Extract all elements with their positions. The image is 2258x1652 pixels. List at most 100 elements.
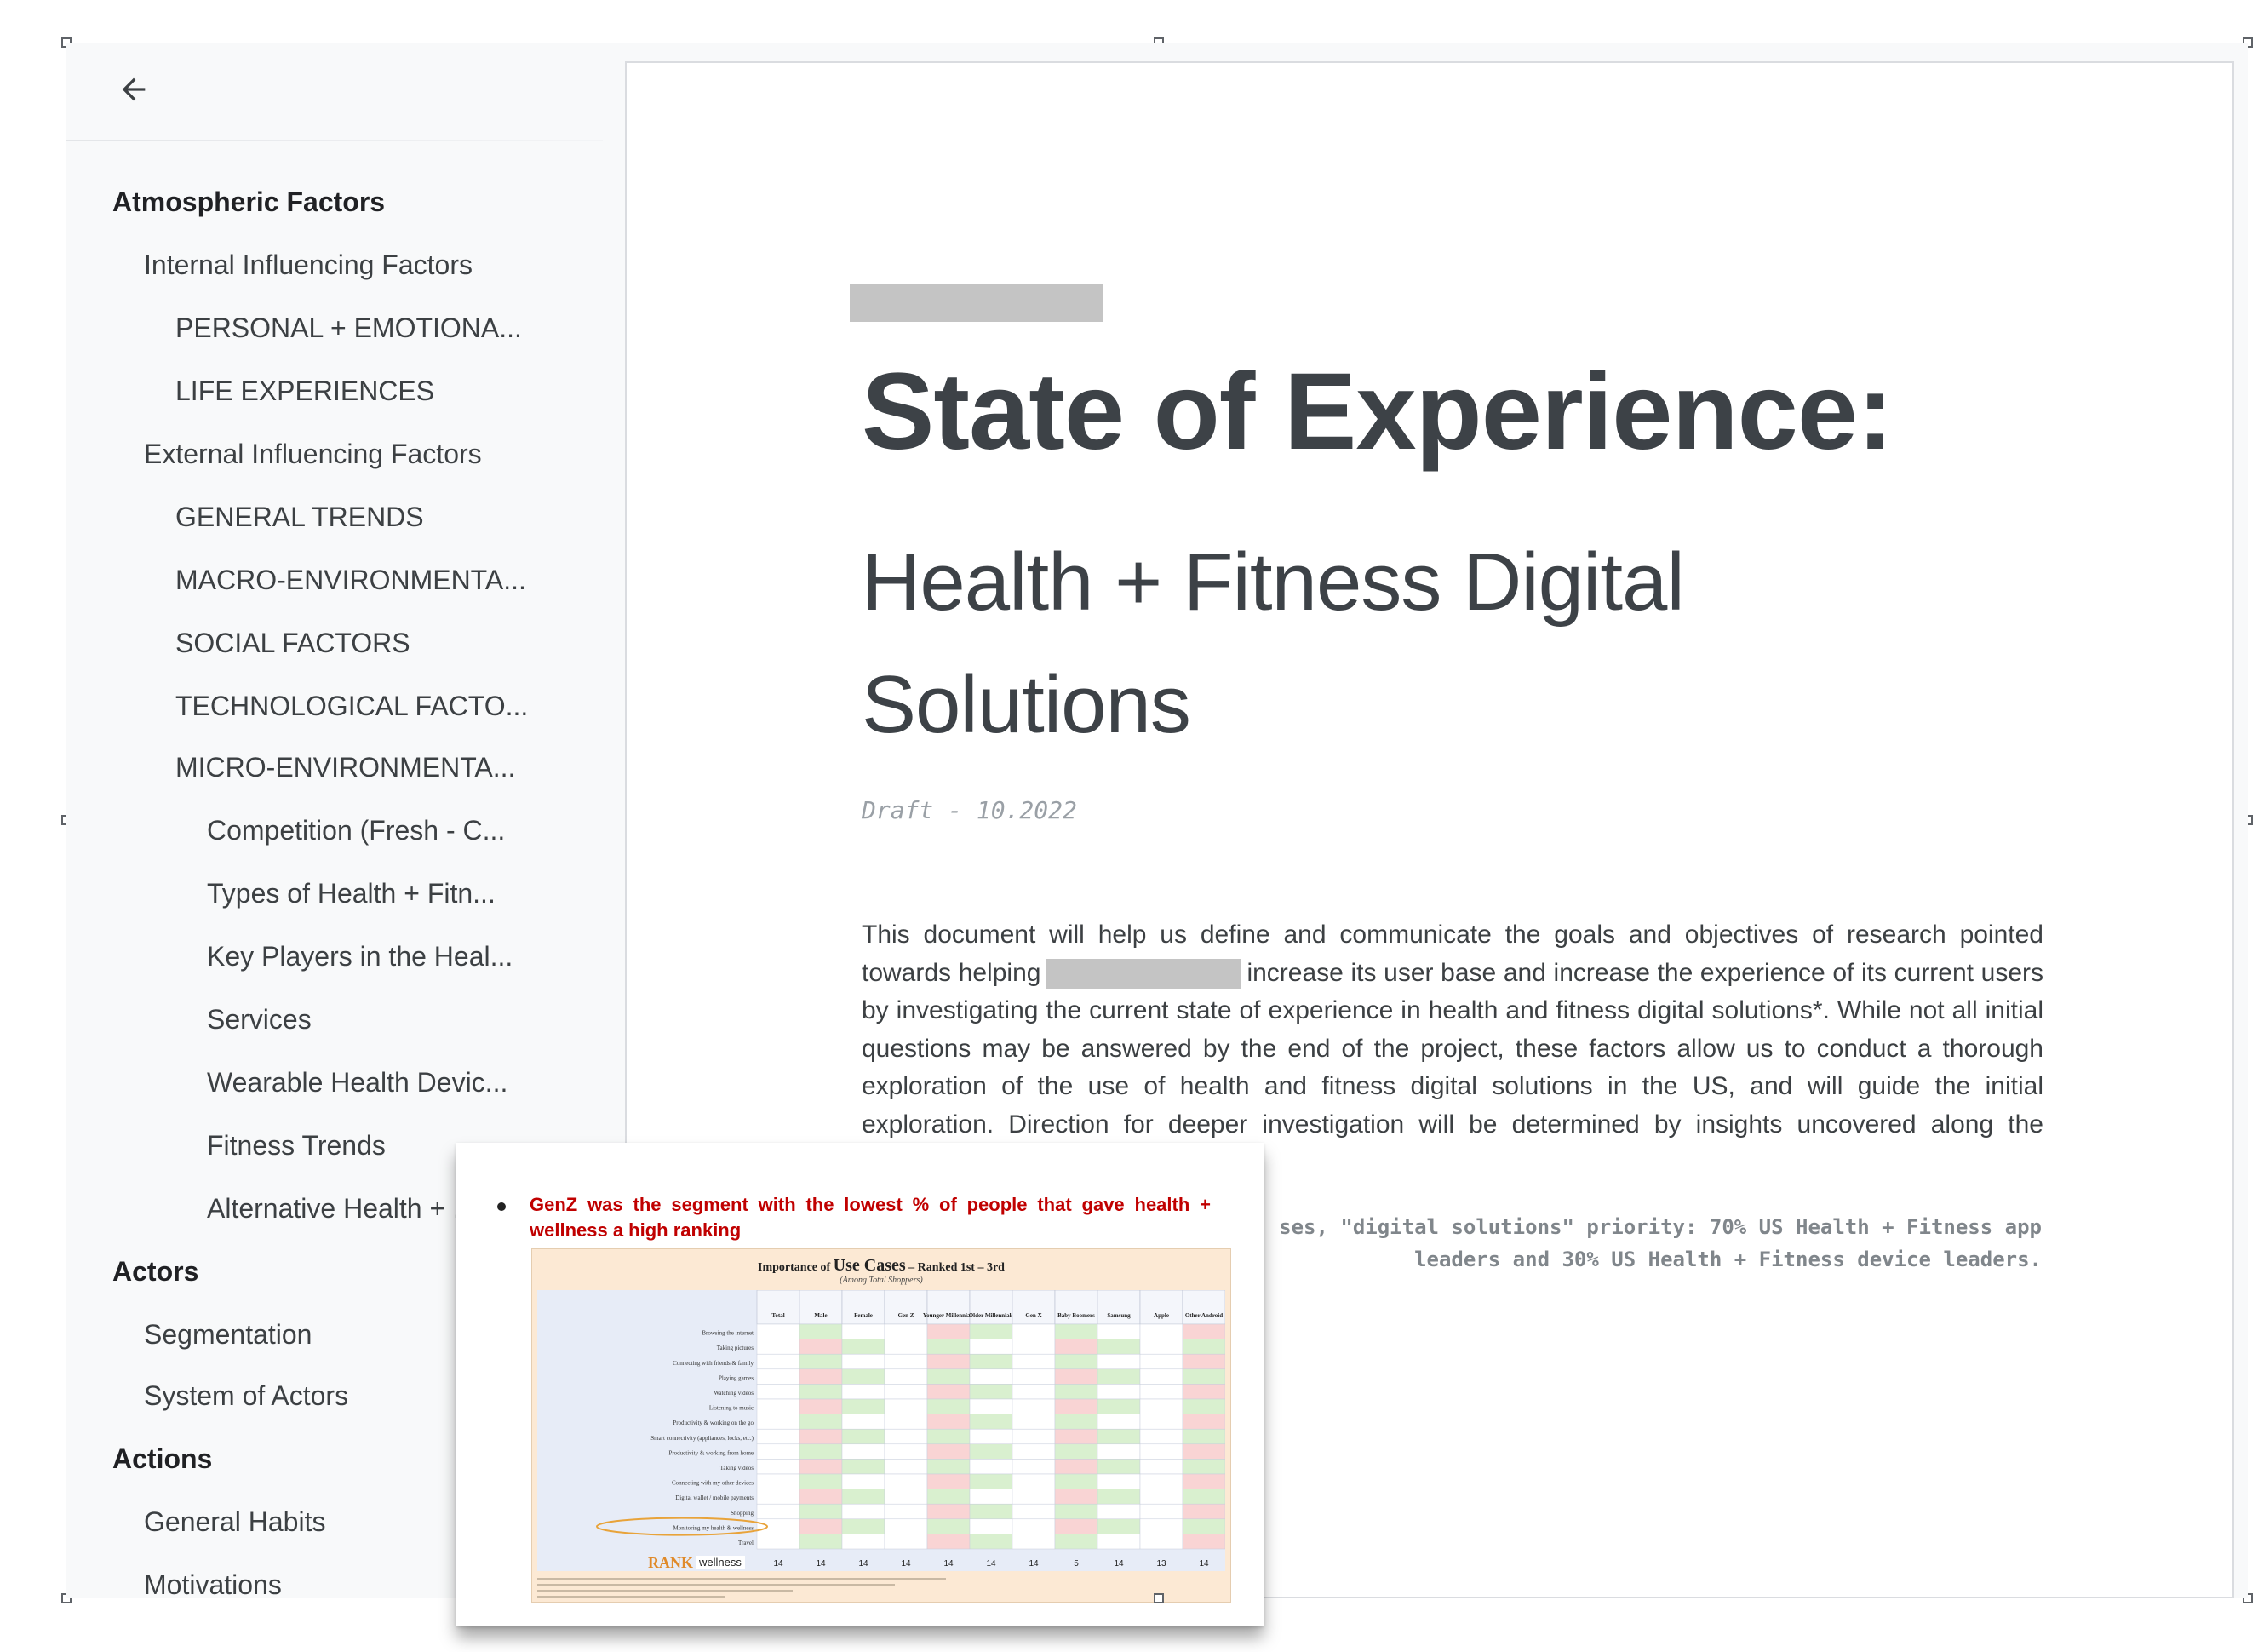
outline-item[interactable]: PERSONAL + EMOTIONA... bbox=[66, 296, 603, 359]
table-cell bbox=[884, 1353, 928, 1370]
table-cell bbox=[756, 1339, 800, 1355]
body-line: by investigating the current state of ex… bbox=[862, 996, 2043, 1024]
table-cell bbox=[799, 1459, 843, 1475]
table-cell bbox=[926, 1353, 971, 1370]
table-cell bbox=[756, 1473, 800, 1489]
table-cell bbox=[1097, 1384, 1141, 1400]
table-cell bbox=[799, 1353, 843, 1370]
outline-item-label: Actions bbox=[112, 1443, 213, 1474]
table-cell bbox=[841, 1384, 885, 1400]
table-cell bbox=[926, 1503, 971, 1520]
rank-value: 14 bbox=[986, 1559, 996, 1569]
back-button[interactable] bbox=[107, 63, 160, 116]
outline-item-label: PERSONAL + EMOTIONA... bbox=[175, 312, 522, 343]
column-header: Gen X bbox=[1025, 1312, 1041, 1319]
outline-item[interactable]: LIFE EXPERIENCES bbox=[66, 359, 603, 422]
body-line-prefix: towards helping bbox=[862, 958, 1041, 987]
table-cell bbox=[1097, 1459, 1141, 1475]
rank-value: 5 bbox=[1074, 1559, 1079, 1569]
table-cell bbox=[1097, 1473, 1141, 1489]
table-cell bbox=[1054, 1368, 1098, 1385]
table-cell bbox=[969, 1368, 1013, 1385]
outline-item[interactable]: Wearable Health Devic... bbox=[66, 1051, 603, 1114]
outline-item-label: Motivations bbox=[144, 1569, 282, 1599]
outline-item-label: Key Players in the Heal... bbox=[207, 940, 513, 972]
table-cell bbox=[1182, 1398, 1225, 1414]
table-cell bbox=[841, 1368, 885, 1385]
table-cell bbox=[1054, 1489, 1098, 1505]
table-cell bbox=[799, 1339, 843, 1355]
header-cell bbox=[1139, 1290, 1183, 1325]
body-line-rest: increase its user base and increase the … bbox=[1246, 958, 2043, 987]
header-cell bbox=[841, 1290, 885, 1325]
row-label: Listening to music bbox=[709, 1405, 754, 1412]
table-cell bbox=[1139, 1428, 1183, 1445]
column-header: Baby Boomers bbox=[1057, 1312, 1095, 1319]
header-cell bbox=[756, 1290, 800, 1325]
table-cell bbox=[1139, 1353, 1183, 1370]
outline-item-label: Segmentation bbox=[144, 1318, 312, 1350]
table-cell bbox=[841, 1323, 885, 1339]
table-cell bbox=[1012, 1323, 1056, 1339]
table-grid: Total Male Female Gen Z Younger MillennialsO… bbox=[537, 1290, 1225, 1571]
outline-item[interactable]: Key Players in the Heal... bbox=[66, 925, 603, 988]
footnote: ses, "digital solutions" priority: 70% U… bbox=[1279, 1215, 2042, 1271]
outline-item[interactable]: TECHNOLOGICAL FACTO... bbox=[66, 674, 603, 737]
outline-item-label: Competition (Fresh - C... bbox=[207, 814, 506, 846]
outline-item[interactable]: Internal Influencing Factors bbox=[66, 233, 603, 296]
table-cell bbox=[841, 1443, 885, 1460]
body-line: towards helping increase its user base an… bbox=[862, 955, 2043, 993]
table-cell bbox=[926, 1368, 971, 1385]
table-cell bbox=[1012, 1534, 1056, 1550]
rank-value: 14 bbox=[901, 1559, 911, 1569]
table-cell bbox=[1097, 1428, 1141, 1445]
outline-item[interactable]: Competition (Fresh - C... bbox=[66, 799, 603, 862]
table-cell bbox=[756, 1368, 800, 1385]
table-cell bbox=[969, 1339, 1013, 1355]
table-cell bbox=[799, 1443, 843, 1460]
table-cell bbox=[1054, 1323, 1098, 1339]
outline-item-label: MICRO-ENVIRONMENTA... bbox=[175, 751, 516, 783]
header-cell bbox=[926, 1290, 971, 1325]
table-cell bbox=[1054, 1398, 1098, 1414]
table-cell bbox=[1182, 1428, 1225, 1445]
outline-item[interactable]: GENERAL TRENDS bbox=[66, 485, 603, 548]
column-header: Female bbox=[854, 1312, 873, 1319]
outline-item[interactable]: External Influencing Factors bbox=[66, 422, 603, 485]
outline-item[interactable]: SOCIAL FACTORS bbox=[66, 611, 603, 674]
table-cell bbox=[1097, 1339, 1141, 1355]
outline-item-label: Alternative Health + ... bbox=[207, 1192, 476, 1224]
table-cell bbox=[841, 1518, 885, 1534]
outline-item[interactable]: Services bbox=[66, 988, 603, 1051]
table-cell bbox=[841, 1398, 885, 1414]
table-cell bbox=[926, 1384, 971, 1400]
outline-item-label: Atmospheric Factors bbox=[112, 186, 386, 217]
column-header: Apple bbox=[1154, 1312, 1169, 1319]
table-cell bbox=[1012, 1353, 1056, 1370]
table-cell bbox=[1139, 1518, 1183, 1534]
outline-item[interactable]: MACRO-ENVIRONMENTA... bbox=[66, 548, 603, 611]
table-cell bbox=[1012, 1489, 1056, 1505]
image-resize-handle-bottom-center[interactable] bbox=[1154, 1593, 1164, 1603]
table-cell bbox=[884, 1323, 928, 1339]
outline-item[interactable]: MICRO-ENVIRONMENTA... bbox=[66, 736, 603, 799]
table-cell bbox=[799, 1398, 843, 1414]
table-cell bbox=[1054, 1534, 1098, 1550]
table-cell bbox=[1182, 1503, 1225, 1520]
outline-item[interactable]: Types of Health + Fitn... bbox=[66, 862, 603, 925]
outline-item[interactable]: Atmospheric Factors bbox=[66, 170, 603, 233]
table-cell bbox=[841, 1473, 885, 1489]
rank-value: 14 bbox=[1029, 1559, 1039, 1569]
pasted-image[interactable]: GenZ was the segment with the lowest % o… bbox=[456, 1143, 1264, 1626]
table-cell bbox=[969, 1473, 1013, 1489]
table-cell bbox=[799, 1323, 843, 1339]
table-cell bbox=[1182, 1443, 1225, 1460]
table-cell bbox=[1054, 1473, 1098, 1489]
body-line: exploration of the use of health and fit… bbox=[862, 1072, 2043, 1100]
table-cell bbox=[1054, 1518, 1098, 1534]
outline-item-label: LIFE EXPERIENCES bbox=[175, 375, 435, 406]
table-cell bbox=[841, 1428, 885, 1445]
table-subtitle: (Among Total Shoppers) bbox=[840, 1276, 923, 1285]
table-cell bbox=[1139, 1323, 1183, 1339]
table-cell bbox=[1097, 1323, 1141, 1339]
